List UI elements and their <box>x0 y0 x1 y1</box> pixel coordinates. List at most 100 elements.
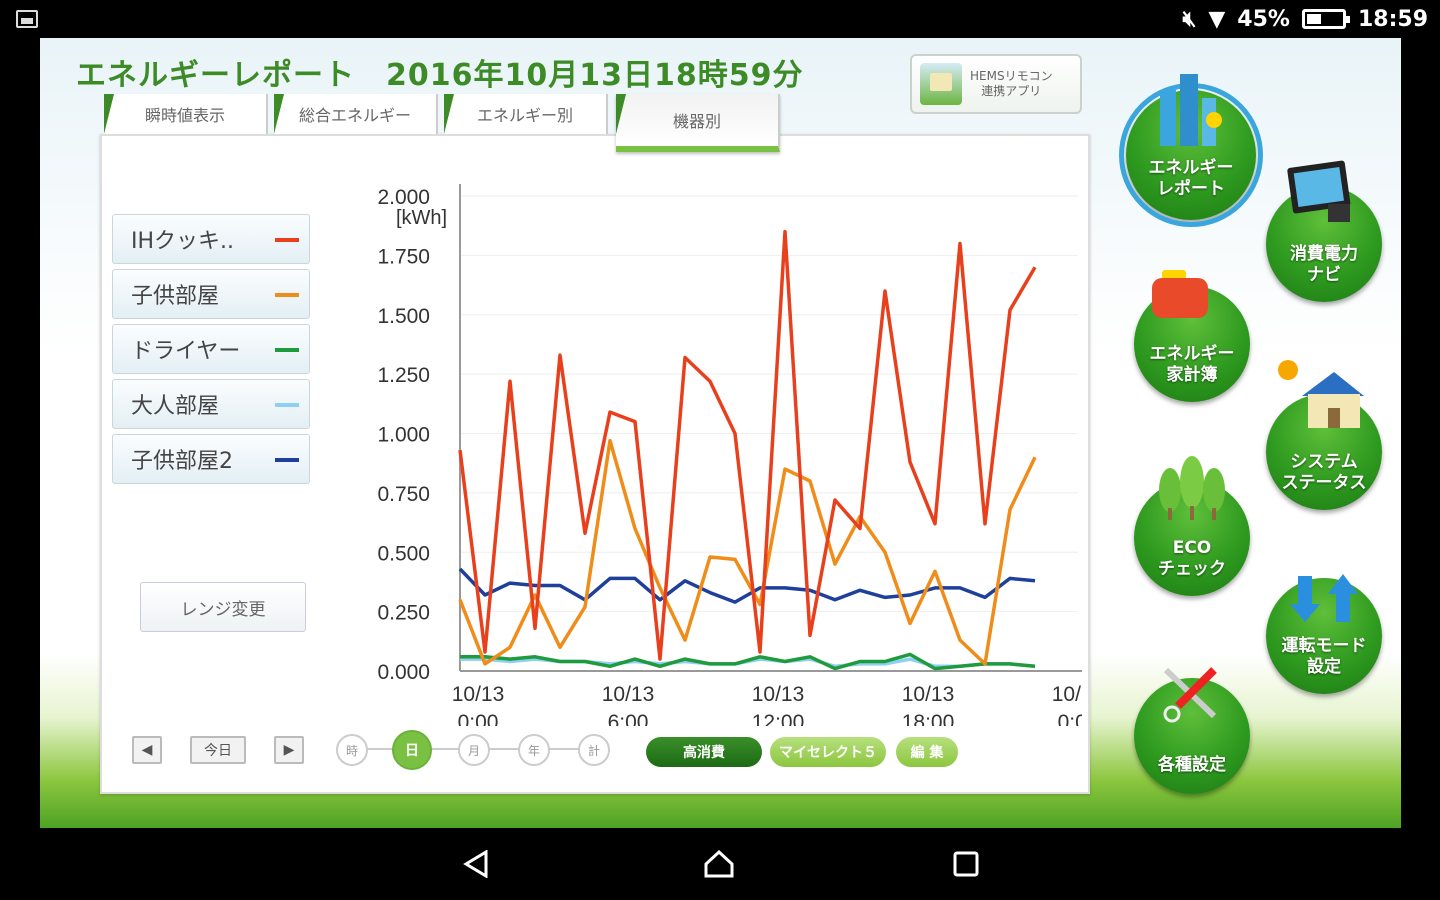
y-tick-label: 0.750 <box>377 483 430 506</box>
home-icon[interactable] <box>704 850 734 878</box>
y-tick-label: 0.000 <box>377 661 430 684</box>
hems-label-line2: 連携アプリ <box>981 84 1042 98</box>
legend-item-ih-cooker[interactable]: IHクッキ.. <box>112 214 310 264</box>
menu-label-line1: エネルギー <box>1148 158 1234 178</box>
x-tick-time: 18:00 <box>902 711 955 726</box>
range-change-button[interactable]: レンジ変更 <box>140 582 306 632</box>
legend-label: 大人部屋 <box>131 394 220 419</box>
prev-day-button[interactable]: ◀ <box>132 736 162 764</box>
clock: 18:59 <box>1357 6 1428 32</box>
legend-label: ドライヤー <box>131 339 241 364</box>
house-icon <box>920 63 962 105</box>
mute-icon: 🔇︎ <box>1182 6 1197 32</box>
menu-label-line2: ナビ <box>1307 265 1341 285</box>
tab-by-energy[interactable]: エネルギー別 <box>444 94 608 134</box>
energy-line-chart: 0.000 0.250 0.500 0.750 1.000 1.250 1.500 1.750… <box>377 184 1082 726</box>
x-tick-date: 10/13 <box>452 683 505 706</box>
tools-icon <box>1163 667 1217 723</box>
legend-item-kids-room[interactable]: 子供部屋 <box>112 269 310 319</box>
back-icon[interactable] <box>462 850 490 878</box>
menu-household-account[interactable]: エネルギー 家計簿 <box>1134 270 1250 402</box>
edit-button[interactable]: 編 集 <box>896 737 958 767</box>
menu-label-line1: システム <box>1290 452 1358 472</box>
battery-icon <box>1301 9 1350 29</box>
y-tick-label: 2.000 <box>377 186 430 209</box>
y-tick-label: 1.000 <box>377 424 430 447</box>
menu-label-line2: 家計簿 <box>1166 365 1218 385</box>
period-month[interactable]: 月 <box>458 734 490 766</box>
legend-swatch <box>275 348 299 352</box>
next-day-button[interactable]: ▶ <box>274 736 304 764</box>
y-tick-label: 1.500 <box>377 305 430 328</box>
menu-label-line1: エネルギー <box>1149 344 1235 364</box>
menu-operation-mode[interactable]: 運転モード 設定 <box>1266 574 1382 694</box>
menu-label-line1: ECO <box>1172 538 1212 558</box>
period-year[interactable]: 年 <box>518 734 550 766</box>
recents-icon[interactable] <box>952 850 980 878</box>
android-nav-bar <box>0 828 1440 900</box>
menu-eco-check[interactable]: ECO チェック <box>1134 456 1250 596</box>
legend-swatch <box>275 238 299 242</box>
y-tick-label: 1.750 <box>377 245 430 268</box>
menu-label-line1: 各種設定 <box>1158 755 1226 775</box>
menu-power-navi[interactable]: 消費電力 ナビ <box>1266 160 1382 302</box>
tab-instant[interactable]: 瞬時値表示 <box>104 94 268 134</box>
x-tick-time: 0:00 <box>458 711 499 726</box>
x-tick-date: 10/14 <box>1052 683 1082 706</box>
myselect5-button[interactable]: マイセレクト５ <box>770 737 886 767</box>
page-title: エネルギーレポート 2016年10月13日18時59分 <box>76 58 804 93</box>
high-consumption-button[interactable]: 高消費 <box>646 737 762 767</box>
x-tick-time: 12:00 <box>752 711 805 726</box>
x-tick-date: 10/13 <box>902 683 955 706</box>
menu-label-line2: レポート <box>1157 179 1225 199</box>
y-tick-label: 0.250 <box>377 602 430 625</box>
up-down-arrows-icon <box>1290 574 1358 622</box>
app-screen: エネルギーレポート 2016年10月13日18時59分 HEMSリモコン 連携ア… <box>40 38 1401 828</box>
period-total[interactable]: 計 <box>578 734 610 766</box>
legend-item-dryer[interactable]: ドライヤー <box>112 324 310 374</box>
battery-percent: 45% <box>1237 6 1290 32</box>
trees-icon <box>1159 456 1225 520</box>
x-tick-date: 10/13 <box>602 683 655 706</box>
menu-energy-report[interactable]: エネルギー レポート <box>1119 74 1263 227</box>
period-hour[interactable]: 時 <box>336 734 368 766</box>
legend-label: 子供部屋 <box>131 284 220 309</box>
hems-label-line1: HEMSリモコン <box>970 69 1053 83</box>
y-tick-label: 0.500 <box>377 542 430 565</box>
menu-label-line2: 設定 <box>1307 657 1341 677</box>
legend-label: IHクッキ.. <box>131 229 235 254</box>
tab-by-device[interactable]: 機器別 <box>616 94 780 152</box>
x-tick-date: 10/13 <box>752 683 805 706</box>
monitor-icon <box>1287 160 1351 222</box>
wallet-icon <box>1152 270 1208 318</box>
legend-swatch <box>275 458 299 462</box>
tab-total-energy[interactable]: 総合エネルギー <box>274 94 438 134</box>
status-bar: 🔇︎ ▼ 45% 18:59 <box>0 0 1440 38</box>
today-button[interactable]: 今日 <box>190 736 246 764</box>
y-tick-label: 1.250 <box>377 364 430 387</box>
status-icons: 🔇︎ ▼ 45% 18:59 <box>1183 4 1429 34</box>
legend-swatch <box>275 403 299 407</box>
menu-label-line2: ステータス <box>1281 473 1367 493</box>
menu-label-line1: 消費電力 <box>1290 244 1358 264</box>
hems-remote-app-button[interactable]: HEMSリモコン 連携アプリ <box>910 54 1082 114</box>
solar-house-icon <box>1278 360 1364 428</box>
legend-label: 子供部屋2 <box>131 449 233 474</box>
menu-label-line1: 運転モード <box>1281 636 1367 656</box>
menu-label-line2: チェック <box>1158 559 1226 579</box>
legend-item-adult-room[interactable]: 大人部屋 <box>112 379 310 429</box>
legend-swatch <box>275 293 299 297</box>
gallery-notification-icon <box>16 10 38 28</box>
buildings-icon <box>1160 74 1222 146</box>
wifi-icon: ▼ <box>1208 6 1226 32</box>
chart-panel: IHクッキ.. 子供部屋 ドライヤー 大人部屋 子供部屋2 レンジ変更 ◀ 今日 <box>100 134 1090 794</box>
menu-system-status[interactable]: システム ステータス <box>1266 360 1382 510</box>
device-legend: IHクッキ.. 子供部屋 ドライヤー 大人部屋 子供部屋2 <box>112 214 310 489</box>
x-tick-time: 0:00 <box>1058 711 1082 726</box>
legend-item-kids-room2[interactable]: 子供部屋2 <box>112 434 310 484</box>
period-day[interactable]: 日 <box>392 730 432 770</box>
menu-settings[interactable]: 各種設定 <box>1134 667 1250 794</box>
x-tick-time: 6:00 <box>608 711 649 726</box>
period-slider[interactable]: 時 日 月 年 計 <box>336 730 616 770</box>
y-axis-unit: [kWh] <box>396 207 447 229</box>
